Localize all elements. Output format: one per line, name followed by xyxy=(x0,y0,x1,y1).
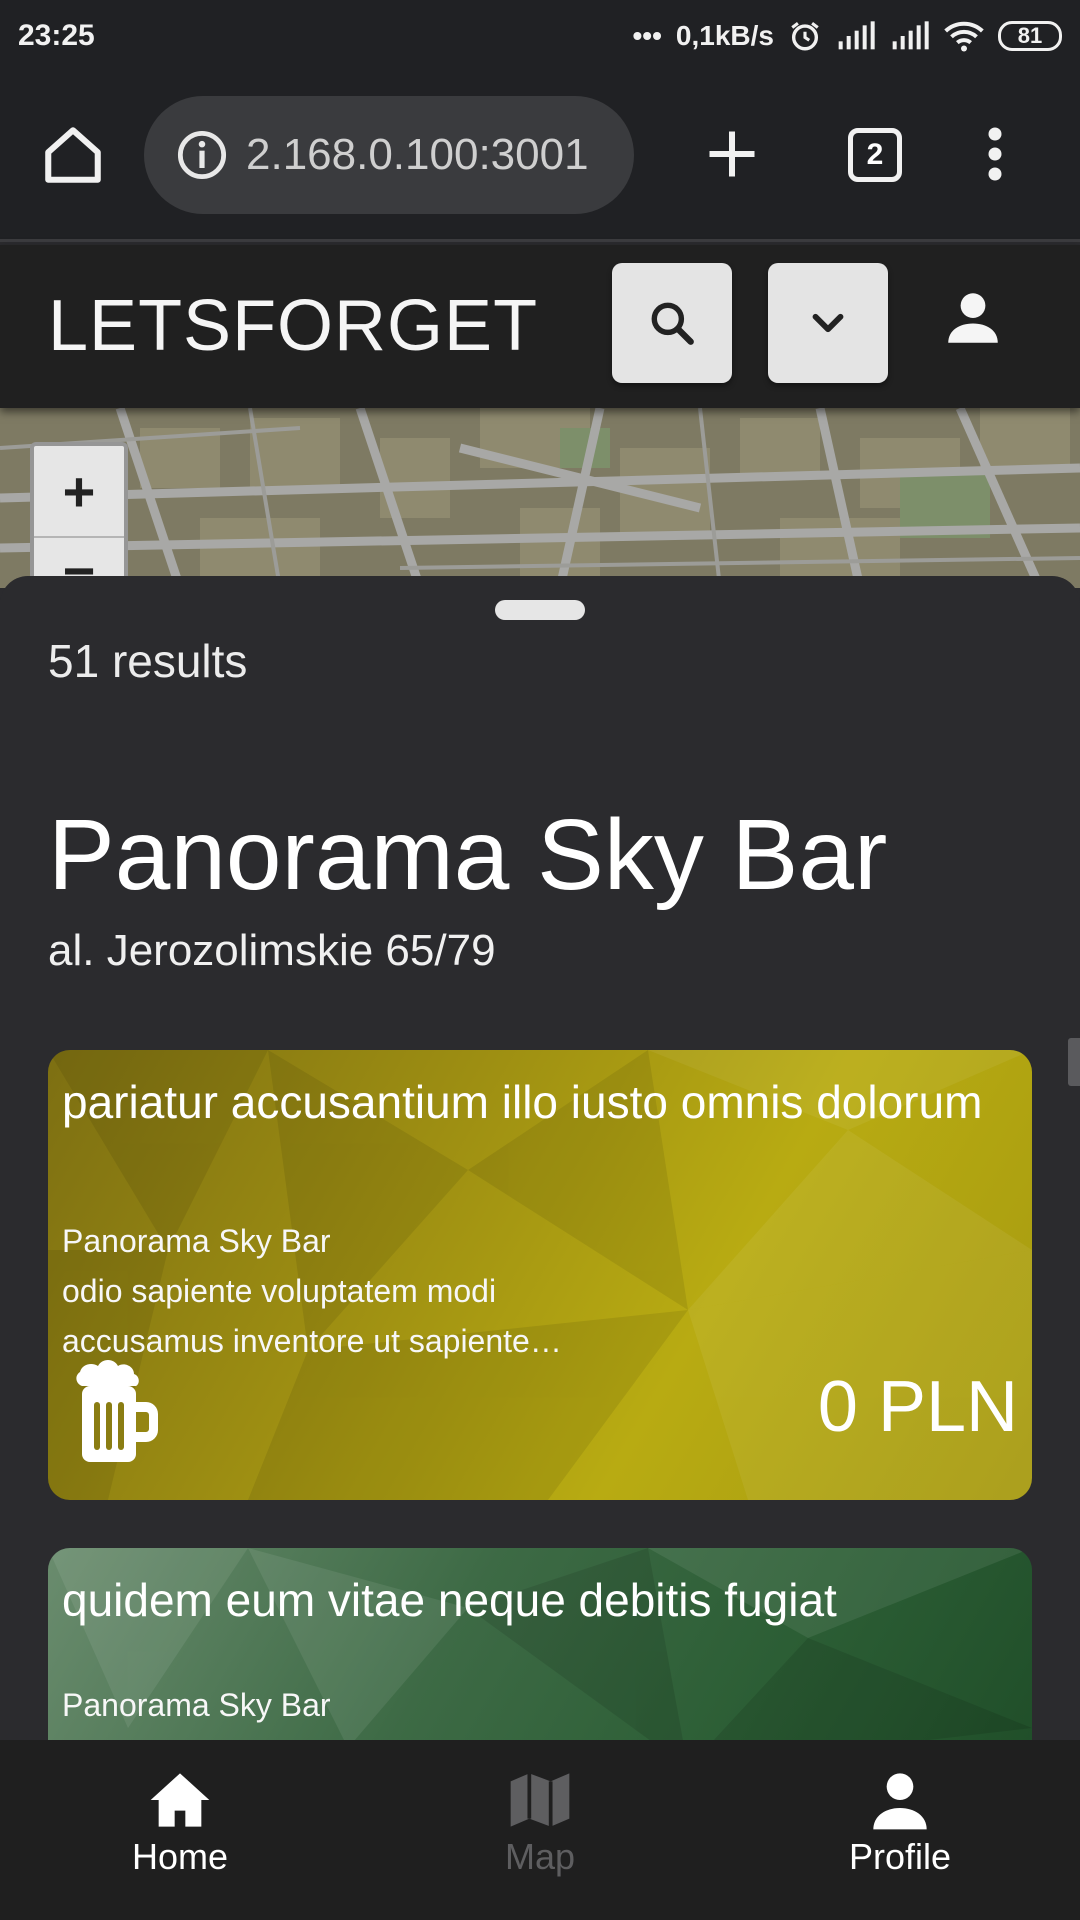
app-title[interactable]: LETSFORGET xyxy=(48,285,538,367)
results-count: 51 results xyxy=(48,635,248,687)
offer-title: quidem eum vitae neque debitis fugiat xyxy=(62,1574,837,1626)
signal-icon xyxy=(892,21,929,50)
venue-address: al. Jerozolimskie 65/79 xyxy=(48,926,496,975)
more-vert-icon[interactable] xyxy=(980,124,1010,184)
beer-mug-icon xyxy=(76,1360,158,1462)
scrollbar-thumb[interactable] xyxy=(1068,1038,1080,1086)
status-indicators: ••• 0,1kB/s 81 xyxy=(632,19,1062,53)
search-button[interactable] xyxy=(612,263,732,383)
results-sheet[interactable]: 51 results Panorama Sky Bar al. Jerozoli… xyxy=(0,576,1080,1740)
browser-toolbar: 2.168.0.100:3001 2 xyxy=(0,72,1080,242)
status-bar: 23:25 ••• 0,1kB/s 81 xyxy=(0,0,1080,72)
nav-home[interactable]: Home xyxy=(80,1770,280,1878)
offer-card[interactable]: pariatur accusantium illo iusto omnis do… xyxy=(48,1050,1032,1500)
offer-description: odio sapiente voluptatem modi accusamus … xyxy=(62,1273,562,1359)
search-icon xyxy=(651,302,694,345)
new-tab-icon[interactable] xyxy=(702,124,762,184)
account-icon xyxy=(873,1773,927,1830)
venue-name: Panorama Sky Bar xyxy=(48,799,888,911)
offer-venue: Panorama Sky Bar xyxy=(62,1223,331,1259)
offer-venue: Panorama Sky Bar xyxy=(62,1687,331,1723)
network-activity-dots: ••• xyxy=(632,20,662,51)
nav-map[interactable]: Map xyxy=(440,1770,640,1878)
info-icon[interactable] xyxy=(176,129,228,181)
nav-home-label: Home xyxy=(131,1836,229,1877)
tab-switcher-button[interactable]: 2 xyxy=(848,128,902,182)
status-time: 23:25 xyxy=(18,19,95,52)
url-text[interactable]: 2.168.0.100:3001 xyxy=(246,130,589,180)
home-icon[interactable] xyxy=(40,122,106,188)
dropdown-button[interactable] xyxy=(768,263,888,383)
sheet-drag-handle[interactable] xyxy=(495,600,585,620)
battery-indicator: 81 xyxy=(998,21,1062,51)
nav-profile[interactable]: Profile xyxy=(800,1770,1000,1878)
zoom-in-button[interactable]: + xyxy=(34,446,124,538)
account-icon[interactable] xyxy=(940,285,1006,351)
map-tiles[interactable] xyxy=(0,408,1080,588)
nav-map-label: Map xyxy=(504,1836,576,1877)
signal-roaming-icon xyxy=(838,21,875,50)
map-icon xyxy=(510,1773,570,1827)
offer-title: pariatur accusantium illo iusto omnis do… xyxy=(62,1076,983,1128)
bottom-navigation: Home Map Profile xyxy=(0,1740,1080,1920)
address-bar[interactable]: 2.168.0.100:3001 xyxy=(144,96,634,214)
app-header: LETSFORGET xyxy=(0,245,1080,408)
nav-profile-label: Profile xyxy=(848,1836,952,1877)
network-speed: 0,1kB/s xyxy=(675,20,774,51)
zoom-control: + − xyxy=(30,442,128,588)
alarm-icon xyxy=(791,22,819,51)
offer-card[interactable]: quidem eum vitae neque debitis fugiat Pa… xyxy=(48,1548,1032,1740)
chevron-down-icon xyxy=(812,313,844,333)
home-icon xyxy=(150,1773,210,1827)
offer-price: 0 PLN xyxy=(817,1367,1018,1447)
map-view[interactable]: + − xyxy=(0,408,1080,588)
wifi-icon xyxy=(944,21,984,52)
